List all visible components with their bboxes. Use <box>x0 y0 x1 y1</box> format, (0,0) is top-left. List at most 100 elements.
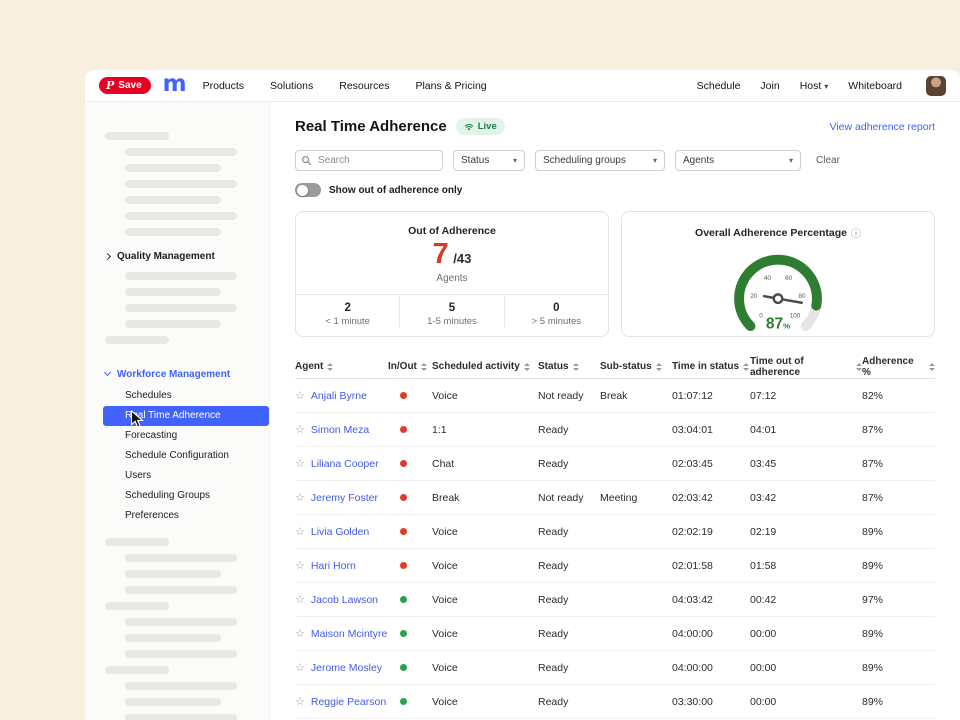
table-row[interactable]: ☆ Livia Golden Voice Ready 02:02:19 02:1… <box>295 515 935 549</box>
column-header-time-out[interactable]: Time out of adherence <box>750 356 862 378</box>
sidebar-item-forecasting[interactable]: Forecasting <box>85 426 269 446</box>
scheduling-groups-filter[interactable]: Scheduling groups ▾ <box>535 150 665 171</box>
star-icon[interactable]: ☆ <box>295 525 305 538</box>
agent-name-link[interactable]: Jacob Lawson <box>311 594 378 606</box>
cell-time-out: 03:42 <box>750 492 862 504</box>
skeleton-bar <box>125 570 221 578</box>
out-of-adherence-count: 7 <box>433 238 449 270</box>
sidebar-item-users[interactable]: Users <box>85 466 269 486</box>
cell-activity: Voice <box>432 560 538 572</box>
agent-name-link[interactable]: Hari Horn <box>311 560 356 572</box>
star-icon[interactable]: ☆ <box>295 389 305 402</box>
column-label: Status <box>538 361 569 372</box>
nav-whiteboard[interactable]: Whiteboard <box>848 80 902 92</box>
page-title: Real Time Adherence <box>295 118 447 135</box>
cell-time-in-status: 04:03:42 <box>672 594 750 606</box>
search-input[interactable] <box>295 150 443 171</box>
cell-status: Ready <box>538 628 600 640</box>
search-box[interactable] <box>295 150 443 171</box>
sidebar-item-real-time-adherence[interactable]: Real Time Adherence <box>103 406 269 426</box>
star-icon[interactable]: ☆ <box>295 593 305 606</box>
nav-solutions[interactable]: Solutions <box>270 80 313 92</box>
table-row[interactable]: ☆ Hari Horn Voice Ready 02:01:58 01:58 8… <box>295 549 935 583</box>
cell-adherence: 89% <box>862 628 935 640</box>
cell-time-in-status: 04:00:00 <box>672 662 750 674</box>
table-row[interactable]: ☆ Simon Meza 1:1 Ready 03:04:01 04:01 87… <box>295 413 935 447</box>
table-row[interactable]: ☆ Jerome Mosley Voice Ready 04:00:00 00:… <box>295 651 935 685</box>
table-row[interactable]: ☆ Liliana Cooper Chat Ready 02:03:45 03:… <box>295 447 935 481</box>
star-icon[interactable]: ☆ <box>295 491 305 504</box>
adherence-only-toggle[interactable] <box>295 183 321 197</box>
star-icon[interactable]: ☆ <box>295 627 305 640</box>
breakdown-count: 5 <box>400 302 503 314</box>
nav-plans-pricing[interactable]: Plans & Pricing <box>415 80 486 92</box>
column-header-adherence[interactable]: Adherence % <box>862 356 935 378</box>
cell-time-out: 00:42 <box>750 594 862 606</box>
nav-join[interactable]: Join <box>760 80 779 92</box>
agent-table: Agent In/Out Scheduled activity Status S… <box>295 355 935 719</box>
sidebar-item-preferences[interactable]: Preferences <box>85 506 269 526</box>
skeleton-bar <box>125 164 221 172</box>
table-row[interactable]: ☆ Maison Mcintyre Voice Ready 04:00:00 0… <box>295 617 935 651</box>
toggle-knob <box>297 185 308 196</box>
agent-name-link[interactable]: Liliana Cooper <box>311 458 379 470</box>
breakdown-over-5-minutes: 0 > 5 minutes <box>504 295 608 327</box>
cell-time-in-status: 01:07:12 <box>672 390 750 402</box>
skeleton-bar <box>125 320 221 328</box>
sort-icon <box>524 363 530 371</box>
user-avatar[interactable] <box>926 76 946 96</box>
agent-name-link[interactable]: Maison Mcintyre <box>311 628 387 640</box>
gauge-tick: 20 <box>750 293 758 300</box>
column-header-status[interactable]: Status <box>538 361 600 372</box>
status-filter[interactable]: Status ▾ <box>453 150 525 171</box>
cell-adherence: 89% <box>862 696 935 708</box>
inout-dot <box>400 698 407 705</box>
table-row[interactable]: ☆ Anjali Byrne Voice Not ready Break 01:… <box>295 379 935 413</box>
agent-name-link[interactable]: Livia Golden <box>311 526 369 538</box>
nav-schedule[interactable]: Schedule <box>697 80 741 92</box>
gauge-needle-group <box>763 292 802 307</box>
table-row[interactable]: ☆ Reggie Pearson Voice Ready 03:30:00 00… <box>295 685 935 719</box>
nav-resources[interactable]: Resources <box>339 80 389 92</box>
cell-status: Ready <box>538 594 600 606</box>
nav-products[interactable]: Products <box>203 80 244 92</box>
clear-filters-button[interactable]: Clear <box>816 155 840 166</box>
column-header-time-in-status[interactable]: Time in status <box>672 361 750 372</box>
agent-name-link[interactable]: Jeremy Foster <box>311 492 378 504</box>
skeleton-bar <box>125 148 237 156</box>
star-icon[interactable]: ☆ <box>295 457 305 470</box>
agent-name-link[interactable]: Anjali Byrne <box>311 390 367 402</box>
cell-activity: Voice <box>432 594 538 606</box>
column-header-inout[interactable]: In/Out <box>388 361 432 372</box>
agents-filter[interactable]: Agents ▾ <box>675 150 801 171</box>
agent-name-link[interactable]: Simon Meza <box>311 424 369 436</box>
agent-name-link[interactable]: Reggie Pearson <box>311 696 386 708</box>
column-header-substatus[interactable]: Sub-status <box>600 361 672 372</box>
sidebar-section-workforce-management[interactable]: Workforce Management <box>85 366 269 382</box>
pinterest-save-button[interactable]: P Save <box>99 77 151 94</box>
inout-dot <box>400 426 407 433</box>
table-row[interactable]: ☆ Jeremy Foster Break Not ready Meeting … <box>295 481 935 515</box>
star-icon[interactable]: ☆ <box>295 423 305 436</box>
star-icon[interactable]: ☆ <box>295 661 305 674</box>
skeleton-bar <box>125 586 237 594</box>
column-header-activity[interactable]: Scheduled activity <box>432 361 538 372</box>
info-icon[interactable]: ⓘ <box>851 225 861 240</box>
column-header-agent[interactable]: Agent <box>295 361 388 372</box>
agent-name-link[interactable]: Jerome Mosley <box>311 662 382 674</box>
out-of-adherence-card: Out of Adherence 7 /43 Agents 2 < 1 minu… <box>295 211 609 337</box>
view-adherence-report-link[interactable]: View adherence report <box>830 121 935 133</box>
sidebar-item-scheduling-groups[interactable]: Scheduling Groups <box>85 486 269 506</box>
nav-host[interactable]: Host▾ <box>800 80 829 92</box>
sidebar-section-quality-management[interactable]: Quality Management <box>85 248 269 264</box>
star-icon[interactable]: ☆ <box>295 695 305 708</box>
page-background: P Save m Products Solutions Resources Pl… <box>0 0 960 720</box>
caret-down-icon: ▾ <box>653 156 657 165</box>
sidebar-item-schedule-configuration[interactable]: Schedule Configuration <box>85 446 269 466</box>
star-icon[interactable]: ☆ <box>295 559 305 572</box>
cell-status: Ready <box>538 424 600 436</box>
table-row[interactable]: ☆ Jacob Lawson Voice Ready 04:03:42 00:4… <box>295 583 935 617</box>
adherence-gauge: 0 20 40 60 80 100 <box>707 242 849 334</box>
sidebar-item-schedules[interactable]: Schedules <box>85 386 269 406</box>
miro-logo[interactable]: m <box>163 74 187 94</box>
